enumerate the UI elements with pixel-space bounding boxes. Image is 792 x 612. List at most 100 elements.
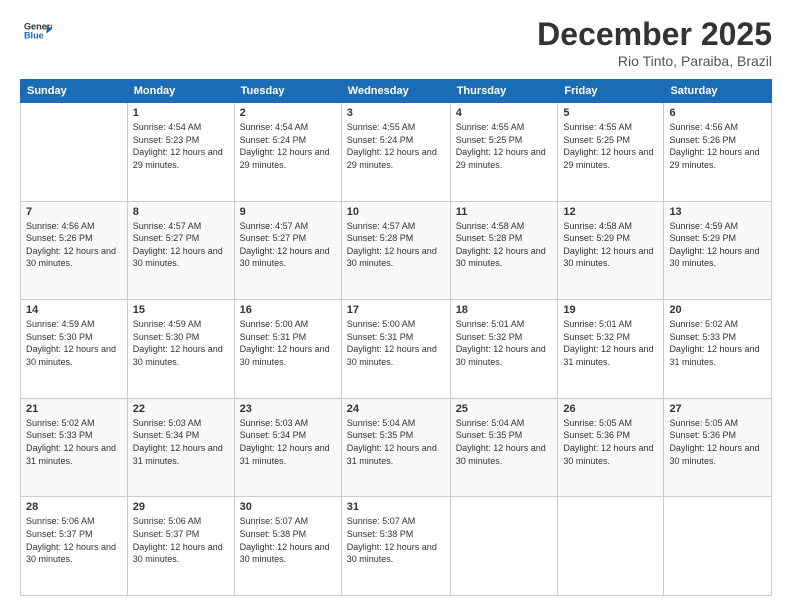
day-info: Sunrise: 5:06 AMSunset: 5:37 PMDaylight:… <box>26 515 122 565</box>
table-row: 17Sunrise: 5:00 AMSunset: 5:31 PMDayligh… <box>341 300 450 399</box>
day-number: 30 <box>240 501 336 513</box>
day-info: Sunrise: 5:00 AMSunset: 5:31 PMDaylight:… <box>347 318 445 368</box>
location-subtitle: Rio Tinto, Paraiba, Brazil <box>537 53 772 69</box>
table-row: 22 Sunrise: 5:03 AMSunset: 5:34 PMDayligh… <box>127 398 234 497</box>
table-row: 14 Sunrise: 4:59 AMSunset: 5:30 PMDayligh… <box>21 300 128 399</box>
day-info: Sunrise: 5:05 AMSunset: 5:36 PMDaylight:… <box>563 417 658 467</box>
day-number: 28 <box>26 501 122 513</box>
day-number: 3 <box>347 107 445 119</box>
day-info: Sunrise: 4:58 AMSunset: 5:29 PMDaylight:… <box>563 220 658 270</box>
table-row: 2 Sunrise: 4:54 AMSunset: 5:24 PMDaylight… <box>234 103 341 202</box>
day-info: Sunrise: 5:01 AMSunset: 5:32 PMDaylight:… <box>563 318 658 368</box>
day-info: Sunrise: 5:06 AMSunset: 5:37 PMDaylight:… <box>133 515 229 565</box>
day-info: Sunrise: 5:03 AMSunset: 5:34 PMDaylight:… <box>133 417 229 467</box>
day-info: Sunrise: 4:55 AMSunset: 5:25 PMDaylight:… <box>456 121 553 171</box>
day-number: 22 <box>133 403 229 415</box>
day-number: 19 <box>563 304 658 316</box>
day-number: 20 <box>669 304 766 316</box>
table-row: 16 Sunrise: 5:00 AMSunset: 5:31 PMDayligh… <box>234 300 341 399</box>
day-info: Sunrise: 5:04 AMSunset: 5:35 PMDaylight:… <box>347 417 445 467</box>
day-number: 31 <box>347 501 445 513</box>
col-friday: Friday <box>558 80 664 103</box>
table-row: 25 Sunrise: 5:04 AMSunset: 5:35 PMDayligh… <box>450 398 558 497</box>
logo: General Blue <box>20 16 52 49</box>
table-row: 24 Sunrise: 5:04 AMSunset: 5:35 PMDayligh… <box>341 398 450 497</box>
table-row: 18 Sunrise: 5:01 AMSunset: 5:32 PMDayligh… <box>450 300 558 399</box>
table-row: 31Sunrise: 5:07 AMSunset: 5:38 PMDayligh… <box>341 497 450 596</box>
svg-text:Blue: Blue <box>24 30 44 40</box>
day-info: Sunrise: 5:03 AMSunset: 5:34 PMDaylight:… <box>240 417 336 467</box>
table-row: 8 Sunrise: 4:57 AMSunset: 5:27 PMDaylight… <box>127 201 234 300</box>
table-row: 26 Sunrise: 5:05 AMSunset: 5:36 PMDayligh… <box>558 398 664 497</box>
day-info: Sunrise: 4:59 AMSunset: 5:30 PMDaylight:… <box>26 318 122 368</box>
calendar-week-row: 21 Sunrise: 5:02 AMSunset: 5:33 PMDayligh… <box>21 398 772 497</box>
table-row <box>558 497 664 596</box>
day-number: 27 <box>669 403 766 415</box>
day-info: Sunrise: 5:05 AMSunset: 5:36 PMDaylight:… <box>669 417 766 467</box>
col-monday: Monday <box>127 80 234 103</box>
table-row: 10Sunrise: 4:57 AMSunset: 5:28 PMDayligh… <box>341 201 450 300</box>
table-row: 5 Sunrise: 4:55 AMSunset: 5:25 PMDaylight… <box>558 103 664 202</box>
day-number: 24 <box>347 403 445 415</box>
day-number: 15 <box>133 304 229 316</box>
calendar-week-row: 28 Sunrise: 5:06 AMSunset: 5:37 PMDayligh… <box>21 497 772 596</box>
day-number: 9 <box>240 206 336 218</box>
day-info: Sunrise: 4:57 AMSunset: 5:28 PMDaylight:… <box>347 220 445 270</box>
day-info: Sunrise: 4:55 AMSunset: 5:24 PMDaylight:… <box>347 121 445 171</box>
day-number: 18 <box>456 304 553 316</box>
logo-icon: General Blue <box>24 16 52 44</box>
day-number: 14 <box>26 304 122 316</box>
table-row: 15Sunrise: 4:59 AMSunset: 5:30 PMDayligh… <box>127 300 234 399</box>
table-row: 1 Sunrise: 4:54 AMSunset: 5:23 PMDaylight… <box>127 103 234 202</box>
calendar-week-row: 14 Sunrise: 4:59 AMSunset: 5:30 PMDayligh… <box>21 300 772 399</box>
day-number: 12 <box>563 206 658 218</box>
day-number: 25 <box>456 403 553 415</box>
day-number: 26 <box>563 403 658 415</box>
day-info: Sunrise: 4:57 AMSunset: 5:27 PMDaylight:… <box>133 220 229 270</box>
day-number: 16 <box>240 304 336 316</box>
month-year-title: December 2025 <box>537 16 772 53</box>
calendar-week-row: 7 Sunrise: 4:56 AMSunset: 5:26 PMDaylight… <box>21 201 772 300</box>
day-info: Sunrise: 5:04 AMSunset: 5:35 PMDaylight:… <box>456 417 553 467</box>
page-header: General Blue December 2025 Rio Tinto, Pa… <box>20 16 772 69</box>
table-row: 23 Sunrise: 5:03 AMSunset: 5:34 PMDayligh… <box>234 398 341 497</box>
day-info: Sunrise: 4:54 AMSunset: 5:24 PMDaylight:… <box>240 121 336 171</box>
day-info: Sunrise: 5:01 AMSunset: 5:32 PMDaylight:… <box>456 318 553 368</box>
day-info: Sunrise: 5:00 AMSunset: 5:31 PMDaylight:… <box>240 318 336 368</box>
day-number: 23 <box>240 403 336 415</box>
table-row: 27 Sunrise: 5:05 AMSunset: 5:36 PMDayligh… <box>664 398 772 497</box>
table-row: 3 Sunrise: 4:55 AMSunset: 5:24 PMDaylight… <box>341 103 450 202</box>
day-number: 6 <box>669 107 766 119</box>
day-number: 5 <box>563 107 658 119</box>
col-thursday: Thursday <box>450 80 558 103</box>
table-row: 7 Sunrise: 4:56 AMSunset: 5:26 PMDaylight… <box>21 201 128 300</box>
calendar-week-row: 1 Sunrise: 4:54 AMSunset: 5:23 PMDaylight… <box>21 103 772 202</box>
day-info: Sunrise: 4:54 AMSunset: 5:23 PMDaylight:… <box>133 121 229 171</box>
table-row: 9 Sunrise: 4:57 AMSunset: 5:27 PMDaylight… <box>234 201 341 300</box>
day-info: Sunrise: 4:57 AMSunset: 5:27 PMDaylight:… <box>240 220 336 270</box>
day-number: 21 <box>26 403 122 415</box>
day-info: Sunrise: 4:56 AMSunset: 5:26 PMDaylight:… <box>26 220 122 270</box>
table-row: 30Sunrise: 5:07 AMSunset: 5:38 PMDayligh… <box>234 497 341 596</box>
col-wednesday: Wednesday <box>341 80 450 103</box>
table-row: 11Sunrise: 4:58 AMSunset: 5:28 PMDayligh… <box>450 201 558 300</box>
day-info: Sunrise: 4:56 AMSunset: 5:26 PMDaylight:… <box>669 121 766 171</box>
col-tuesday: Tuesday <box>234 80 341 103</box>
calendar-table: Sunday Monday Tuesday Wednesday Thursday… <box>20 79 772 596</box>
day-number: 13 <box>669 206 766 218</box>
day-info: Sunrise: 5:02 AMSunset: 5:33 PMDaylight:… <box>26 417 122 467</box>
table-row <box>450 497 558 596</box>
day-number: 29 <box>133 501 229 513</box>
table-row: 21 Sunrise: 5:02 AMSunset: 5:33 PMDayligh… <box>21 398 128 497</box>
day-number: 11 <box>456 206 553 218</box>
title-block: December 2025 Rio Tinto, Paraiba, Brazil <box>537 16 772 69</box>
table-row: 13Sunrise: 4:59 AMSunset: 5:29 PMDayligh… <box>664 201 772 300</box>
table-row: 19 Sunrise: 5:01 AMSunset: 5:32 PMDayligh… <box>558 300 664 399</box>
table-row: 28 Sunrise: 5:06 AMSunset: 5:37 PMDayligh… <box>21 497 128 596</box>
day-number: 7 <box>26 206 122 218</box>
day-number: 2 <box>240 107 336 119</box>
table-row: 6 Sunrise: 4:56 AMSunset: 5:26 PMDaylight… <box>664 103 772 202</box>
day-number: 8 <box>133 206 229 218</box>
day-number: 1 <box>133 107 229 119</box>
day-info: Sunrise: 4:55 AMSunset: 5:25 PMDaylight:… <box>563 121 658 171</box>
